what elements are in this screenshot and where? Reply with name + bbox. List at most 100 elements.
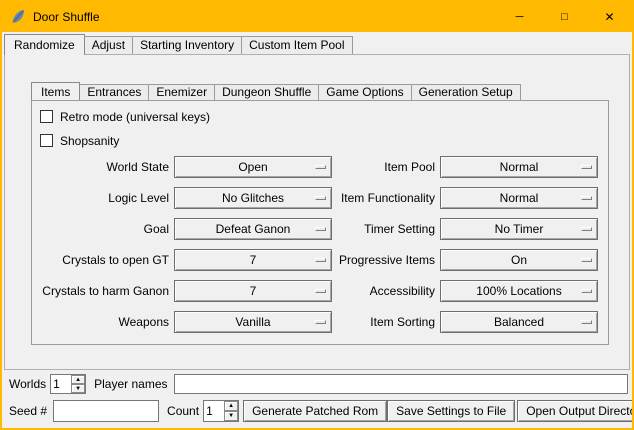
- tab-randomize[interactable]: Randomize: [4, 34, 85, 55]
- menu-indicator-icon: [315, 289, 326, 293]
- progressive-items-dropdown[interactable]: On: [440, 249, 598, 271]
- count-spinbox[interactable]: ▲ ▼: [203, 400, 239, 422]
- crystals-gt-dropdown[interactable]: 7: [174, 249, 332, 271]
- world-state-value: Open: [238, 160, 267, 174]
- worlds-spinbox[interactable]: ▲ ▼: [50, 374, 86, 394]
- tab-entrances[interactable]: Entrances: [79, 84, 149, 100]
- accessibility-dropdown[interactable]: 100% Locations: [440, 280, 598, 302]
- item-functionality-value: Normal: [500, 191, 539, 205]
- goal-value: Defeat Ganon: [216, 222, 291, 236]
- inner-tab-bar: Items Entrances Enemizer Dungeon Shuffle…: [31, 80, 520, 100]
- menu-indicator-icon: [581, 289, 592, 293]
- count-spin-down-button[interactable]: ▼: [224, 411, 238, 421]
- item-pool-label: Item Pool: [330, 156, 435, 178]
- timer-setting-label: Timer Setting: [330, 218, 435, 240]
- tab-custom-item-pool[interactable]: Custom Item Pool: [241, 36, 352, 54]
- open-output-directory-button[interactable]: Open Output Directory: [517, 400, 634, 422]
- tab-generation-setup[interactable]: Generation Setup: [411, 84, 521, 100]
- crystals-gt-label: Crystals to open GT: [32, 249, 169, 271]
- settings-row: World State Open Item Pool Normal: [32, 156, 608, 178]
- timer-setting-value: No Timer: [495, 222, 544, 236]
- goal-dropdown[interactable]: Defeat Ganon: [174, 218, 332, 240]
- item-functionality-label: Item Functionality: [330, 187, 435, 209]
- minimize-button[interactable]: ─: [497, 2, 542, 32]
- weapons-value: Vanilla: [235, 315, 270, 329]
- app-icon: [10, 9, 26, 25]
- window-body: Randomize Adjust Starting Inventory Cust…: [2, 32, 632, 428]
- tab-enemizer[interactable]: Enemizer: [148, 84, 215, 100]
- crystals-ganon-label: Crystals to harm Ganon: [32, 280, 169, 302]
- item-pool-value: Normal: [500, 160, 539, 174]
- count-input[interactable]: [204, 401, 224, 421]
- tab-adjust[interactable]: Adjust: [84, 36, 133, 54]
- count-label: Count: [167, 404, 199, 418]
- item-sorting-dropdown[interactable]: Balanced: [440, 311, 598, 333]
- logic-level-dropdown[interactable]: No Glitches: [174, 187, 332, 209]
- tab-game-options[interactable]: Game Options: [318, 84, 411, 100]
- retro-mode-checkbox[interactable]: [40, 110, 53, 123]
- menu-indicator-icon: [315, 258, 326, 262]
- menu-indicator-icon: [581, 258, 592, 262]
- tab-dungeon-shuffle[interactable]: Dungeon Shuffle: [214, 84, 319, 100]
- seed-label: Seed #: [9, 404, 47, 418]
- shopsanity-checkbox-row: Shopsanity: [40, 132, 119, 149]
- retro-mode-label: Retro mode (universal keys): [60, 110, 210, 124]
- window-title: Door Shuffle: [33, 10, 100, 24]
- maximize-button[interactable]: □: [542, 2, 587, 32]
- worlds-input[interactable]: [51, 375, 71, 393]
- settings-row: Crystals to open GT 7 Progressive Items …: [32, 249, 608, 271]
- generate-patched-rom-button[interactable]: Generate Patched Rom: [243, 400, 387, 422]
- worlds-spin-up-button[interactable]: ▲: [71, 375, 85, 384]
- item-sorting-value: Balanced: [494, 315, 544, 329]
- accessibility-label: Accessibility: [330, 280, 435, 302]
- weapons-label: Weapons: [32, 311, 169, 333]
- close-button[interactable]: ✕: [587, 2, 632, 32]
- multiworld-bar: Worlds ▲ ▼ Player names: [2, 374, 632, 394]
- menu-indicator-icon: [315, 165, 326, 169]
- world-state-dropdown[interactable]: Open: [174, 156, 332, 178]
- app-window: Door Shuffle ─ □ ✕ Randomize Adjust Star…: [0, 0, 634, 430]
- crystals-ganon-dropdown[interactable]: 7: [174, 280, 332, 302]
- logic-level-label: Logic Level: [32, 187, 169, 209]
- settings-row: Crystals to harm Ganon 7 Accessibility 1…: [32, 280, 608, 302]
- weapons-dropdown[interactable]: Vanilla: [174, 311, 332, 333]
- item-functionality-dropdown[interactable]: Normal: [440, 187, 598, 209]
- progressive-items-value: On: [511, 253, 527, 267]
- worlds-spin-down-button[interactable]: ▼: [71, 384, 85, 393]
- settings-row: Logic Level No Glitches Item Functionali…: [32, 187, 608, 209]
- menu-indicator-icon: [581, 165, 592, 169]
- titlebar[interactable]: Door Shuffle ─ □ ✕: [2, 2, 632, 32]
- menu-indicator-icon: [315, 320, 326, 324]
- accessibility-value: 100% Locations: [476, 284, 561, 298]
- settings-row: Goal Defeat Ganon Timer Setting No Timer: [32, 218, 608, 240]
- timer-setting-dropdown[interactable]: No Timer: [440, 218, 598, 240]
- shopsanity-label: Shopsanity: [60, 134, 119, 148]
- generate-bar: Seed # Count ▲ ▼ Generate Patched Rom Sa…: [2, 400, 632, 422]
- window-controls: ─ □ ✕: [497, 2, 632, 32]
- progressive-items-label: Progressive Items: [330, 249, 435, 271]
- menu-indicator-icon: [581, 227, 592, 231]
- menu-indicator-icon: [315, 227, 326, 231]
- player-names-input[interactable]: [174, 374, 629, 394]
- item-pool-dropdown[interactable]: Normal: [440, 156, 598, 178]
- tab-starting-inventory[interactable]: Starting Inventory: [132, 36, 242, 54]
- crystals-ganon-value: 7: [250, 284, 257, 298]
- goal-label: Goal: [32, 218, 169, 240]
- menu-indicator-icon: [315, 196, 326, 200]
- logic-level-value: No Glitches: [222, 191, 284, 205]
- randomize-pane: Items Entrances Enemizer Dungeon Shuffle…: [4, 54, 630, 370]
- tab-items[interactable]: Items: [31, 82, 80, 101]
- item-sorting-label: Item Sorting: [330, 311, 435, 333]
- shopsanity-checkbox[interactable]: [40, 134, 53, 147]
- items-pane: Retro mode (universal keys) Shopsanity W…: [31, 100, 609, 345]
- menu-indicator-icon: [581, 196, 592, 200]
- outer-tab-bar: Randomize Adjust Starting Inventory Cust…: [4, 32, 352, 54]
- save-settings-button[interactable]: Save Settings to File: [387, 400, 515, 422]
- world-state-label: World State: [32, 156, 169, 178]
- player-names-label: Player names: [94, 377, 167, 391]
- count-spin-up-button[interactable]: ▲: [224, 401, 238, 411]
- worlds-label: Worlds: [9, 377, 46, 391]
- seed-input[interactable]: [53, 400, 159, 422]
- retro-mode-checkbox-row: Retro mode (universal keys): [40, 108, 210, 125]
- settings-row: Weapons Vanilla Item Sorting Balanced: [32, 311, 608, 333]
